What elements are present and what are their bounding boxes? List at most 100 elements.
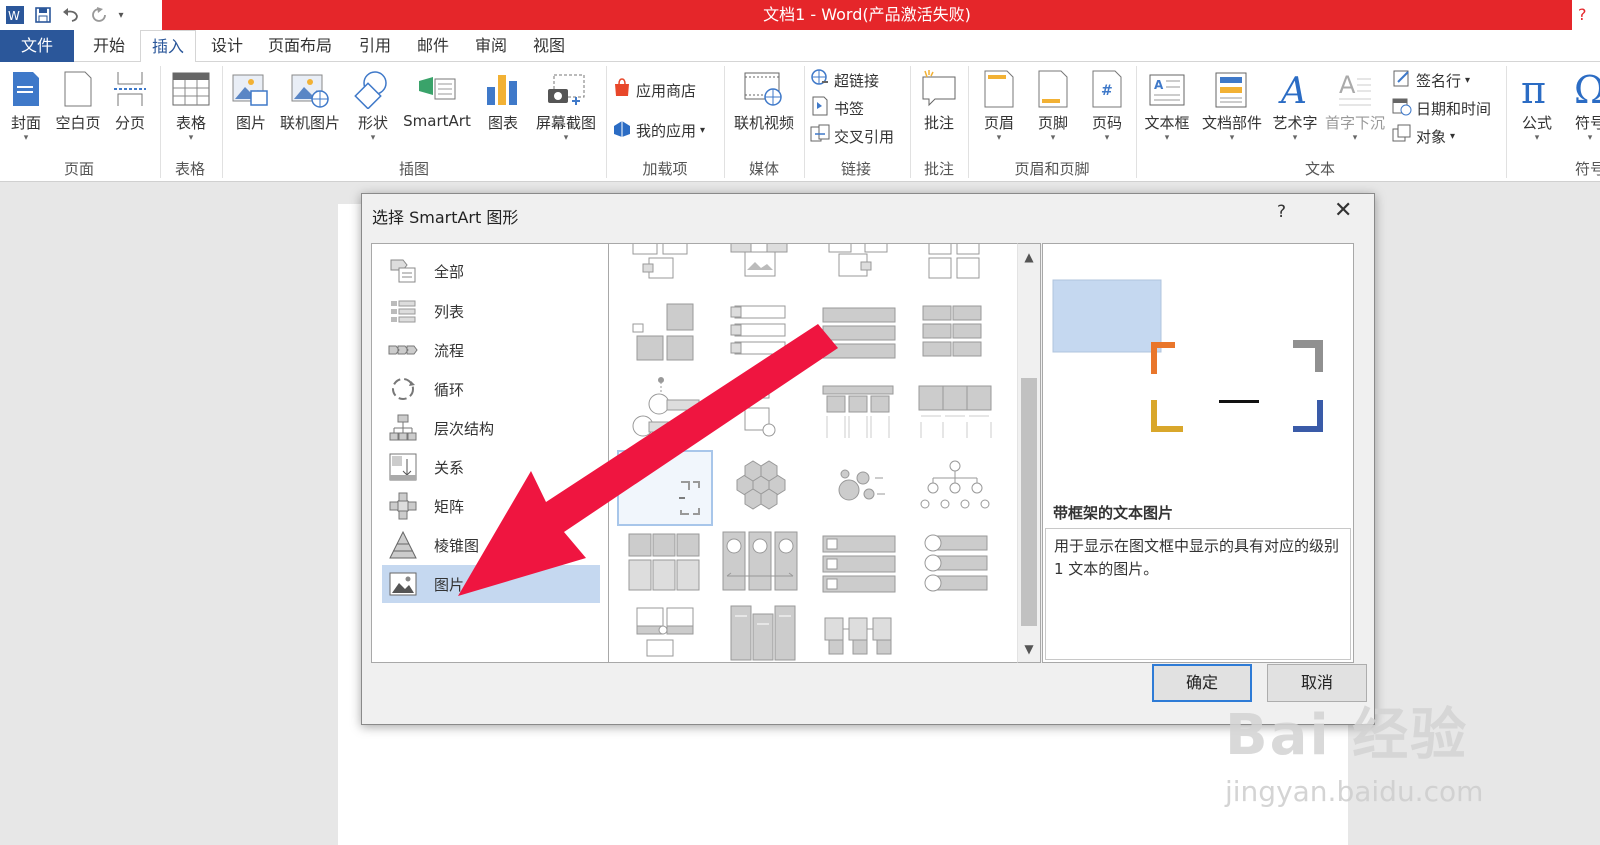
scroll-thumb[interactable] <box>1021 378 1037 626</box>
layout-thumbnail[interactable] <box>913 530 999 598</box>
category-item-all[interactable]: 全部 <box>382 252 600 290</box>
gallery-scrollbar[interactable]: ▲ ▼ <box>1017 243 1041 663</box>
tab-file[interactable]: 文件 <box>0 30 74 62</box>
layout-thumbnail[interactable] <box>913 244 999 282</box>
cross-reference-button[interactable]: 交叉引用 <box>810 124 894 148</box>
screenshot-button[interactable]: 屏幕截图 ▾ <box>530 66 602 143</box>
layout-thumbnail[interactable] <box>815 604 901 662</box>
blank-page-button[interactable]: 空白页 <box>52 66 104 133</box>
customize-qat-icon[interactable]: ▾ <box>116 4 126 26</box>
group-separator <box>1136 66 1137 178</box>
equation-button[interactable]: π 公式 ▾ <box>1514 66 1560 143</box>
bookmark-button[interactable]: 书签 <box>810 96 864 120</box>
comment-button[interactable]: 批注 <box>914 66 964 133</box>
all-layouts-icon <box>388 256 418 286</box>
scroll-down-icon[interactable]: ▼ <box>1018 638 1040 660</box>
my-apps-button[interactable]: 我的应用 ▾ <box>612 118 705 142</box>
blank-page-icon <box>52 66 104 112</box>
store-button[interactable]: 应用商店 <box>612 78 696 102</box>
layout-thumbnail[interactable] <box>619 244 705 282</box>
category-item-matrix[interactable]: 矩阵 <box>382 487 600 525</box>
dialog-help-button[interactable]: ? <box>1277 202 1286 222</box>
shapes-button[interactable]: 形状 ▾ <box>350 66 396 143</box>
textbox-button[interactable]: A 文本框 ▾ <box>1140 66 1194 143</box>
layout-thumbnail[interactable] <box>815 372 901 440</box>
pi-icon: π <box>1514 66 1560 112</box>
category-item-hierarchy[interactable]: 层次结构 <box>382 409 600 447</box>
layout-thumbnail[interactable] <box>717 450 803 518</box>
page-number-button[interactable]: # 页码 ▾ <box>1084 66 1130 143</box>
layout-thumbnail[interactable] <box>815 294 901 362</box>
category-label: 矩阵 <box>434 497 465 516</box>
watermark-url: jingyan.baidu.com <box>1225 775 1484 808</box>
footer-button[interactable]: 页脚 ▾ <box>1030 66 1076 143</box>
layout-thumbnail[interactable] <box>619 294 705 362</box>
layout-thumbnail[interactable] <box>717 294 803 362</box>
chart-button[interactable]: 图表 <box>480 66 526 133</box>
layout-thumbnail[interactable] <box>913 294 999 362</box>
smartart-dialog: 选择 SmartArt 图形 ? ✕ 全部 列表 流程 循环 层次结构 关系 矩… <box>361 193 1375 725</box>
redo-icon[interactable] <box>88 4 110 26</box>
table-button[interactable]: 表格 ▾ <box>166 66 216 143</box>
date-time-label: 日期和时间 <box>1416 99 1492 118</box>
group-separator <box>606 66 607 178</box>
dialog-close-button[interactable]: ✕ <box>1334 198 1352 223</box>
layout-thumbnail[interactable] <box>717 530 803 598</box>
save-icon[interactable] <box>32 4 54 26</box>
online-video-button[interactable]: 联机视频 <box>728 66 800 133</box>
cross-reference-icon <box>810 124 830 148</box>
layout-thumbnail[interactable] <box>619 372 705 440</box>
layout-thumbnail-selected[interactable] <box>617 450 713 526</box>
tab-mailings[interactable]: 邮件 <box>408 30 458 62</box>
scroll-up-icon[interactable]: ▲ <box>1018 246 1040 268</box>
online-picture-button[interactable]: 联机图片 <box>276 66 344 133</box>
layout-thumbnail[interactable] <box>619 530 705 598</box>
undo-icon[interactable] <box>60 4 82 26</box>
bookmark-label: 书签 <box>834 99 865 118</box>
store-label: 应用商店 <box>636 81 697 100</box>
quick-parts-button[interactable]: 文档部件 ▾ <box>1198 66 1266 143</box>
smartart-button[interactable]: SmartArt <box>400 66 474 130</box>
hyperlink-button[interactable]: 超链接 <box>810 68 879 92</box>
category-item-list[interactable]: 列表 <box>382 292 600 330</box>
tab-home[interactable]: 开始 <box>84 30 134 62</box>
baidu-watermark: Bai 经验 <box>1225 703 1469 768</box>
layout-thumbnail[interactable] <box>619 604 705 662</box>
svg-text:A: A <box>1339 71 1356 99</box>
page-break-button[interactable]: 分页 <box>108 66 152 133</box>
tab-insert[interactable]: 插入 <box>140 30 196 63</box>
layout-thumbnail[interactable] <box>717 604 803 662</box>
layout-thumbnail[interactable] <box>913 450 999 518</box>
signature-line-button[interactable]: 签名行 ▾ <box>1392 68 1470 92</box>
tab-design[interactable]: 设计 <box>202 30 252 62</box>
symbol-button[interactable]: Ω 符号 ▾ <box>1570 66 1600 143</box>
chevron-down-icon: ▾ <box>1450 130 1456 142</box>
category-item-pyramid[interactable]: 棱锥图 <box>382 526 600 564</box>
date-time-button[interactable]: 日期和时间 <box>1392 96 1491 120</box>
tab-page-layout[interactable]: 页面布局 <box>262 30 338 62</box>
category-label: 层次结构 <box>434 419 495 438</box>
category-item-process[interactable]: 流程 <box>382 331 600 369</box>
drop-cap-button[interactable]: A 首字下沉 ▾ <box>1320 66 1390 143</box>
tab-references[interactable]: 引用 <box>350 30 400 62</box>
preview-layout-name: 带框架的文本图片 <box>1053 504 1174 522</box>
layout-thumbnail[interactable] <box>815 450 901 518</box>
layout-thumbnail[interactable] <box>815 244 901 282</box>
category-item-picture[interactable]: 图片 <box>382 565 600 603</box>
help-icon[interactable]: ? <box>1578 0 1587 30</box>
wordart-label: 艺术字 <box>1272 114 1318 132</box>
layout-thumbnail[interactable] <box>717 372 803 440</box>
layout-thumbnail[interactable] <box>815 530 901 598</box>
tab-view[interactable]: 视图 <box>524 30 574 62</box>
category-label: 全部 <box>434 262 465 281</box>
header-button[interactable]: 页眉 ▾ <box>976 66 1022 143</box>
category-item-cycle[interactable]: 循环 <box>382 370 600 408</box>
layout-thumbnail[interactable] <box>913 372 999 440</box>
category-item-relationship[interactable]: 关系 <box>382 448 600 486</box>
layout-thumbnail[interactable] <box>717 244 803 282</box>
picture-button[interactable]: 图片 <box>228 66 274 133</box>
tab-review[interactable]: 审阅 <box>466 30 516 62</box>
wordart-button[interactable]: A 艺术字 ▾ <box>1268 66 1322 143</box>
object-button[interactable]: 对象 ▾ <box>1392 124 1455 148</box>
cover-page-button[interactable]: 封面 ▾ <box>4 66 48 143</box>
